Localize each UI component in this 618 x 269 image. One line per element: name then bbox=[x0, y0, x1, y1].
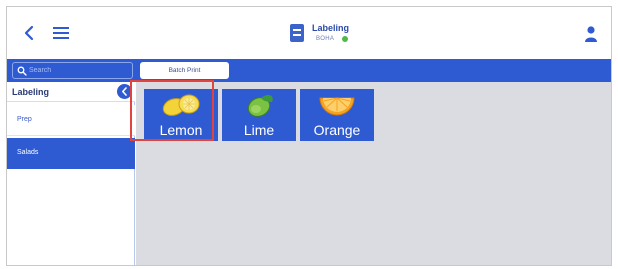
item-grid: Lemon Lime Orange bbox=[136, 82, 611, 265]
sidebar-header: Labeling bbox=[7, 82, 135, 102]
sidebar-item-prep[interactable]: Prep bbox=[7, 105, 135, 136]
sidebar-item-label: Salads bbox=[17, 149, 39, 156]
tile-label: Orange bbox=[313, 122, 361, 138]
online-status-icon bbox=[342, 36, 348, 42]
document-icon bbox=[290, 24, 304, 42]
tile-label: Lemon bbox=[159, 122, 203, 138]
sidebar-title: Labeling bbox=[12, 87, 50, 97]
tile-lemon[interactable]: Lemon bbox=[144, 89, 218, 141]
top-app-bar: Labeling BOHA bbox=[7, 7, 611, 59]
lemon-icon bbox=[162, 94, 200, 116]
search-input[interactable] bbox=[29, 63, 129, 78]
app-subtitle: BOHA bbox=[316, 36, 335, 42]
batch-print-button[interactable]: Batch Print bbox=[140, 62, 229, 79]
action-bar: Batch Print bbox=[7, 59, 611, 82]
orange-icon bbox=[319, 97, 355, 116]
search-icon bbox=[17, 66, 27, 76]
sidebar-item-salads[interactable]: Salads bbox=[7, 138, 135, 169]
tile-orange[interactable]: Orange bbox=[300, 89, 374, 141]
chevron-left-icon bbox=[122, 87, 127, 96]
app-title: Labeling bbox=[312, 23, 350, 33]
search-box[interactable] bbox=[12, 62, 133, 79]
lime-icon bbox=[247, 95, 273, 117]
tile-lime[interactable]: Lime bbox=[222, 89, 296, 141]
back-icon[interactable] bbox=[23, 25, 37, 41]
app-title-block: Labeling BOHA bbox=[290, 23, 410, 49]
sidebar-item-label: Prep bbox=[17, 116, 32, 123]
tile-label: Lime bbox=[243, 122, 275, 138]
sidebar: Labeling Prep Salads bbox=[7, 82, 135, 265]
collapse-sidebar-button[interactable] bbox=[117, 84, 132, 99]
user-account-icon[interactable] bbox=[584, 25, 598, 43]
app-window: Labeling BOHA Batch Print Labeling Prep … bbox=[6, 6, 612, 266]
hamburger-menu-icon[interactable] bbox=[51, 26, 71, 40]
